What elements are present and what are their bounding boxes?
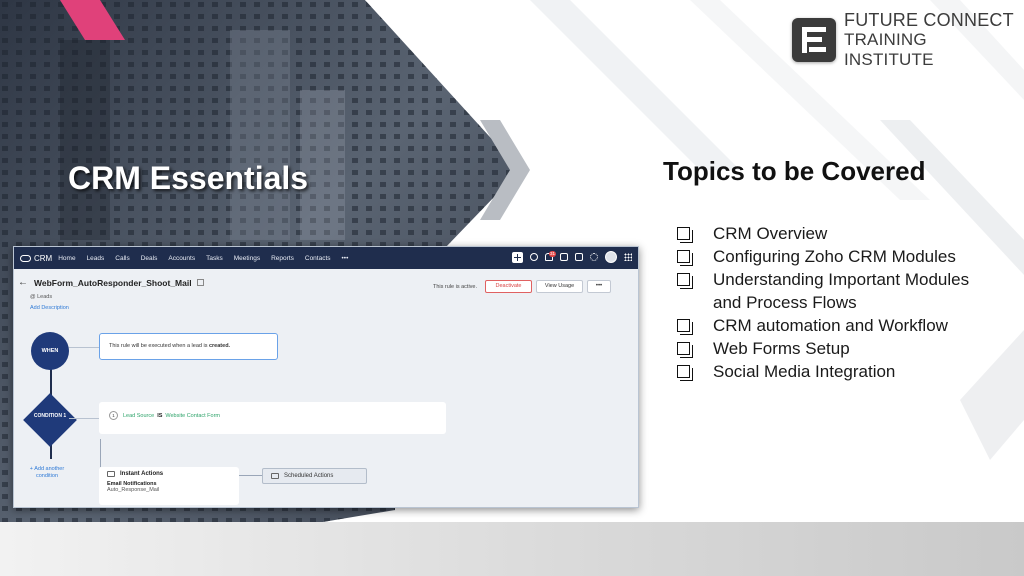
rule-status: This rule is active. (433, 284, 478, 290)
settings-gear-icon[interactable] (590, 253, 598, 261)
topic-item: Web Forms Setup (677, 337, 977, 360)
when-text: This rule will be executed when a lead i… (109, 343, 208, 349)
email-template-name: Auto_Response_Mail (107, 487, 160, 493)
topic-item: CRM Overview (677, 222, 977, 245)
instant-actions-title: Instant Actions (120, 471, 164, 477)
nav-item-reports[interactable]: Reports (271, 255, 294, 262)
instant-actions-icon (107, 471, 115, 477)
condition-field: Lead Source (123, 413, 155, 419)
condition-operator: IS (157, 413, 163, 419)
scheduled-actions-button[interactable]: Scheduled Actions (262, 468, 367, 484)
nav-item-calls[interactable]: Calls (115, 255, 129, 262)
apps-grid-icon[interactable] (624, 253, 632, 261)
nav-item-meetings[interactable]: Meetings (234, 255, 260, 262)
nav-item-contacts[interactable]: Contacts (305, 255, 331, 262)
notification-badge: 31 (548, 251, 556, 257)
more-options-button[interactable]: ••• (587, 280, 611, 293)
scheduled-actions-icon (271, 473, 279, 479)
topic-item: Configuring Zoho CRM Modules (677, 245, 977, 268)
module-tag: @ Leads (30, 294, 53, 300)
flow-connector (239, 475, 262, 476)
condition-label: CONDITION 1 (33, 413, 67, 419)
topics-list: CRM Overview Configuring Zoho CRM Module… (677, 222, 977, 383)
slide-title: CRM Essentials (68, 160, 309, 196)
logo-line-2: TRAINING INSTITUTE (844, 30, 934, 69)
calendar-icon[interactable] (560, 253, 568, 261)
nav-item-leads[interactable]: Leads (87, 255, 105, 262)
topic-text: CRM automation and Workflow (713, 316, 948, 335)
instant-actions-card[interactable]: Instant Actions Email Notifications Auto… (99, 467, 239, 505)
topic-text: Web Forms Setup (713, 339, 850, 358)
scheduled-actions-label: Scheduled Actions (284, 473, 334, 479)
nav-item-tasks[interactable]: Tasks (206, 255, 223, 262)
topic-text: Configuring Zoho CRM Modules (713, 247, 956, 266)
crm-logo-icon (20, 254, 31, 262)
crm-brand[interactable]: CRM (20, 254, 52, 263)
marketplace-icon[interactable] (575, 253, 583, 261)
rule-name: WebForm_AutoResponder_Shoot_Mail (34, 277, 192, 288)
topic-item: CRM automation and Workflow (677, 314, 977, 337)
nav-item-home[interactable]: Home (58, 255, 75, 262)
topic-text: Understanding Important Modules and Proc… (713, 270, 970, 312)
topic-text: CRM Overview (713, 224, 828, 243)
logo-line-1: FUTURE CONNECT (844, 10, 1014, 30)
checkbox-bullet-icon (677, 227, 693, 243)
nav-item-deals[interactable]: Deals (141, 255, 158, 262)
slide: FUTURE CONNECT TRAINING INSTITUTE CRM Es… (0, 0, 1024, 576)
crm-screenshot: CRM Home Leads Calls Deals Accounts Task… (13, 246, 639, 508)
nav-item-accounts[interactable]: Accounts (168, 255, 195, 262)
flow-connector (100, 439, 101, 467)
when-card[interactable]: This rule will be executed when a lead i… (99, 333, 278, 360)
condition-node (23, 393, 77, 447)
user-avatar[interactable] (605, 251, 617, 263)
add-condition-link[interactable]: + Add another condition (22, 466, 72, 480)
condition-number: 1 (109, 411, 118, 420)
logo-mark-icon (792, 18, 836, 62)
view-usage-button[interactable]: View Usage (536, 280, 583, 293)
crm-brand-label: CRM (34, 253, 53, 263)
flow-connector (69, 347, 99, 348)
topic-text: Social Media Integration (713, 362, 896, 381)
topics-title: Topics to be Covered (663, 156, 926, 186)
notifications-icon[interactable]: 31 (545, 251, 556, 261)
nav-item-more[interactable]: ••• (342, 255, 349, 262)
bottom-band (0, 522, 1024, 576)
edit-link-icon[interactable] (196, 279, 204, 286)
topic-item: Understanding Important Modules and Proc… (677, 268, 977, 314)
checkbox-bullet-icon (677, 250, 693, 266)
deactivate-button[interactable]: Deactivate (485, 280, 532, 293)
add-description-link[interactable]: Add Description (30, 305, 69, 311)
condition-value: Website Contact Form (165, 413, 221, 419)
nav-toolbar: 31 (505, 251, 632, 263)
search-icon[interactable] (530, 253, 538, 261)
flow-connector (69, 418, 99, 419)
rule-header: ← WebForm_AutoResponder_Shoot_Mail (18, 277, 204, 288)
when-event: created. (208, 343, 231, 349)
checkbox-bullet-icon (677, 273, 693, 289)
topic-item: Social Media Integration (677, 360, 977, 383)
checkbox-bullet-icon (677, 319, 693, 335)
back-arrow-icon[interactable]: ← (18, 277, 28, 288)
checkbox-bullet-icon (677, 342, 693, 358)
checkbox-bullet-icon (677, 365, 693, 381)
when-node: WHEN (31, 332, 69, 370)
company-logo: FUTURE CONNECT TRAINING INSTITUTE (792, 10, 1014, 69)
crm-top-nav: CRM Home Leads Calls Deals Accounts Task… (14, 247, 638, 269)
condition-card[interactable]: 1 Lead Source IS Website Contact Form (99, 402, 446, 434)
add-icon[interactable] (512, 251, 523, 263)
